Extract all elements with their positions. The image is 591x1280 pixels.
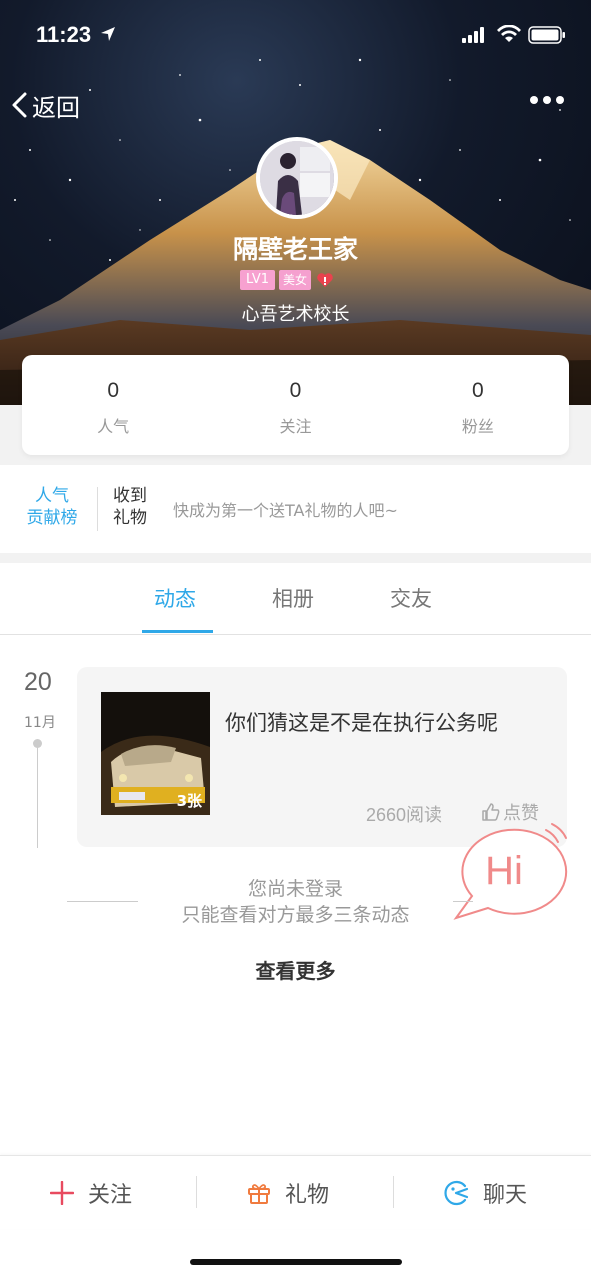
stat-value: 0: [289, 379, 302, 402]
stat-label: 人气: [97, 417, 130, 436]
stat-popularity[interactable]: 0 人气: [22, 355, 204, 455]
tab-dating[interactable]: 交友: [390, 583, 432, 613]
bottom-action-bar: 关注 礼物 聊天: [0, 1155, 591, 1229]
see-more-button[interactable]: 查看更多: [0, 955, 591, 984]
image-count-badge: 3张: [176, 792, 202, 810]
divider: [196, 1176, 197, 1208]
back-label: 返回: [32, 94, 80, 122]
tab-moments[interactable]: 动态: [154, 583, 196, 613]
post-thumbnail[interactable]: 3张: [101, 692, 210, 815]
user-avatar[interactable]: [256, 137, 338, 219]
stat-following[interactable]: 0 关注: [204, 355, 386, 455]
rank-label-line2: 贡献榜: [26, 508, 78, 528]
gift-button[interactable]: 礼物: [247, 1156, 329, 1230]
received-line2: 礼物: [113, 508, 147, 528]
level-badge: LV1: [240, 270, 275, 290]
battery-icon: [528, 26, 565, 44]
chevron-left-icon: [12, 92, 27, 118]
notice-line1: 您尚未登录: [247, 878, 343, 900]
rank-label-line1: 人气: [35, 486, 69, 506]
post-text: 你们猜这是不是在执行公务呢: [225, 711, 498, 735]
gender-badge: 美女: [278, 270, 311, 290]
follow-button[interactable]: 关注: [50, 1156, 132, 1230]
divider: [97, 487, 98, 531]
post-date-day: 20: [24, 668, 52, 696]
profile-tabs: 动态 相册 交友: [0, 563, 591, 635]
stat-value: 0: [107, 379, 119, 402]
post-read-count: 2660阅读: [366, 805, 443, 825]
stat-fans[interactable]: 0 粉丝: [387, 355, 569, 455]
section-divider: [0, 553, 591, 563]
location-arrow-icon: [101, 27, 115, 41]
received-line1: 收到: [113, 486, 147, 506]
stat-value: 0: [471, 379, 484, 402]
stat-label: 粉丝: [461, 417, 494, 436]
user-title: 心吾艺术校长: [241, 304, 350, 325]
stats-card: 0 人气 0 关注 0 粉丝: [22, 355, 569, 455]
user-badges: LV1 美女: [240, 270, 335, 290]
gift-section: 人气 贡献榜 收到 礼物 快成为第一个送TA礼物的人吧~: [0, 465, 591, 553]
more-dot-icon: [543, 96, 551, 104]
avatar-photo: [260, 141, 334, 215]
more-options-button[interactable]: [530, 96, 564, 104]
gift-hint[interactable]: 快成为第一个送TA礼物的人吧~: [173, 497, 398, 521]
chat-button[interactable]: 聊天: [443, 1156, 527, 1230]
popularity-rank-link[interactable]: 人气 贡献榜: [22, 485, 82, 529]
timeline-line: [37, 748, 38, 848]
post-date-month: 11月: [24, 715, 56, 731]
notice-line2: 只能查看对方最多三条动态: [181, 904, 410, 926]
back-button[interactable]: 返回: [10, 88, 80, 122]
timeline-dot: [33, 739, 42, 748]
home-indicator[interactable]: [190, 1259, 402, 1265]
login-notice: 您尚未登录 只能查看对方最多三条动态: [0, 876, 591, 928]
heart-icon: [317, 273, 333, 287]
gift-icon: [248, 1184, 270, 1204]
thumbs-up-icon: [482, 803, 500, 821]
user-name: 隔壁老王家: [232, 236, 358, 264]
plus-icon: [50, 1181, 74, 1205]
chat-label: 聊天: [483, 1183, 528, 1208]
more-dot-icon: [556, 96, 564, 104]
status-time: 11:23: [36, 22, 92, 47]
status-bar: 11:23: [0, 0, 591, 70]
gift-label: 礼物: [285, 1183, 330, 1208]
chat-icon: [444, 1180, 469, 1206]
stat-label: 关注: [279, 417, 312, 436]
follow-label: 关注: [88, 1183, 133, 1208]
active-tab-indicator: [142, 630, 213, 633]
divider: [393, 1176, 394, 1208]
avatar-image: [260, 141, 334, 215]
received-gifts-label: 收到 礼物: [113, 485, 147, 529]
cellular-signal-icon: [462, 27, 484, 43]
tab-album[interactable]: 相册: [272, 583, 314, 613]
more-dot-icon: [530, 96, 538, 104]
wifi-icon: [497, 25, 521, 42]
